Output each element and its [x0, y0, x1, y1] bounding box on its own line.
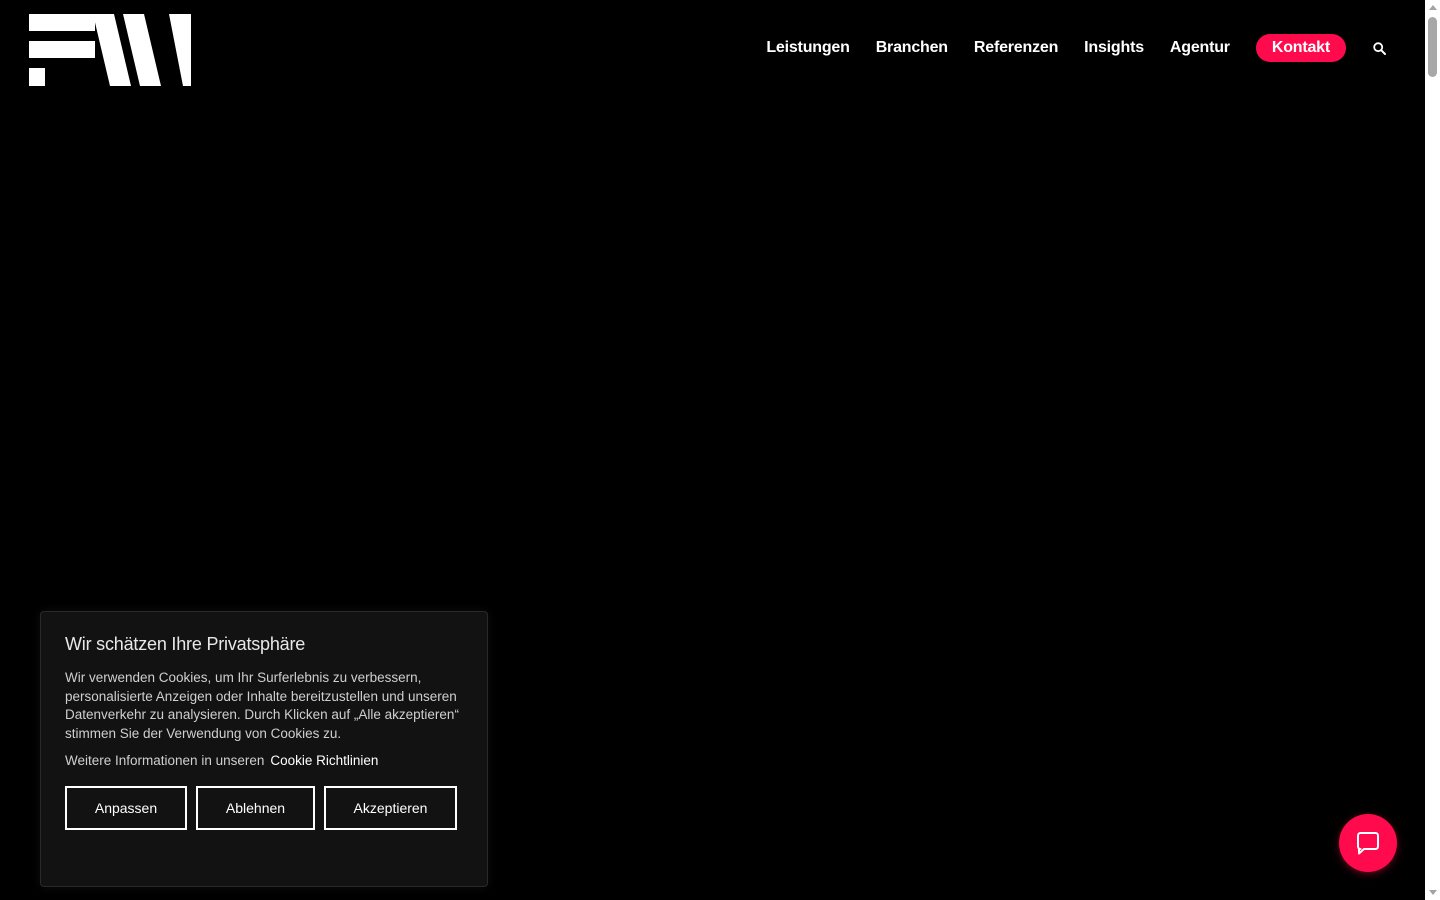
chat-button[interactable]	[1339, 814, 1397, 872]
vertical-scrollbar[interactable]	[1425, 0, 1440, 900]
scrollbar-thumb[interactable]	[1428, 17, 1437, 77]
nav-item-leistungen[interactable]: Leistungen	[766, 34, 850, 62]
fw-logo[interactable]	[29, 14, 191, 86]
scroll-down-arrow-icon[interactable]	[1429, 890, 1437, 895]
nav-contact-button[interactable]: Kontakt	[1255, 34, 1346, 62]
cookie-more-info: Weitere Informationen in unseren Cookie R…	[65, 753, 463, 768]
cookie-title: Wir schätzen Ihre Privatsphäre	[65, 634, 306, 654]
nav-item-insights[interactable]: Insights	[1084, 34, 1144, 62]
cookie-policy-link[interactable]: Cookie Richtlinien	[270, 753, 378, 768]
nav-item-referenzen[interactable]: Referenzen	[974, 34, 1058, 62]
cookie-more-info-text: Weitere Informationen in unseren	[65, 753, 265, 768]
cookie-description: Wir verwenden Cookies, um Ihr Surferlebn…	[65, 670, 459, 741]
reject-button[interactable]: Ablehnen	[196, 786, 315, 830]
search-button[interactable]	[1372, 41, 1386, 55]
nav-item-agentur[interactable]: Agentur	[1170, 34, 1230, 62]
cookie-banner: Wir schätzen Ihre Privatsphäre Wir verwe…	[40, 611, 488, 887]
scroll-up-arrow-icon[interactable]	[1429, 5, 1437, 10]
cookie-buttons: Anpassen Ablehnen Akzeptieren	[65, 786, 463, 830]
main-nav: Leistungen Branchen Referenzen Insights …	[766, 34, 1386, 62]
chat-bubble-icon	[1357, 832, 1379, 855]
customize-button[interactable]: Anpassen	[65, 786, 187, 830]
accept-button[interactable]: Akzeptieren	[324, 786, 457, 830]
search-icon	[1372, 41, 1386, 55]
nav-item-branchen[interactable]: Branchen	[876, 34, 948, 62]
page: Leistungen Branchen Referenzen Insights …	[0, 0, 1440, 900]
